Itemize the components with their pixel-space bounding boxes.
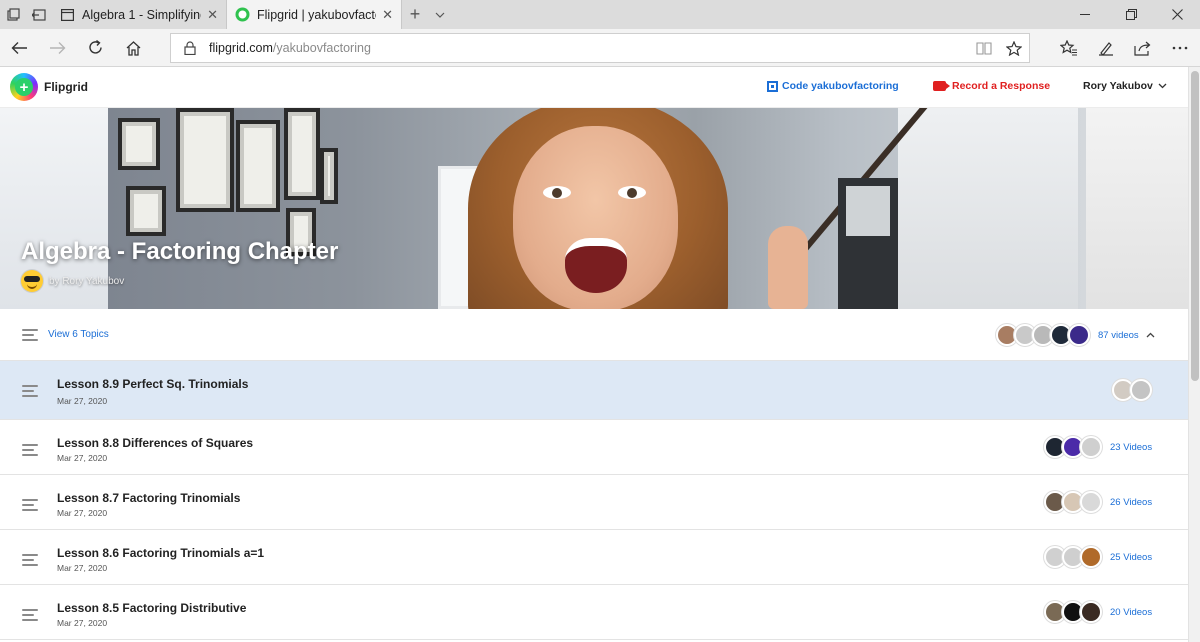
- grid-byline: by Rory Yakubov: [21, 270, 124, 292]
- record-response-label: Record a Response: [952, 80, 1051, 92]
- user-name: Rory Yakubov: [1083, 80, 1153, 92]
- topic-date: Mar 27, 2020: [57, 453, 108, 463]
- home-icon[interactable]: [114, 29, 152, 67]
- url-host: flipgrid.com: [209, 41, 273, 55]
- chevron-down-icon: [1158, 81, 1167, 91]
- sunglasses-emoji-icon: [21, 270, 43, 292]
- grid-author: by Rory Yakubov: [49, 275, 125, 287]
- address-bar[interactable]: flipgrid.com/yakubovfactoring: [170, 33, 1030, 63]
- close-tab-icon[interactable]: ✕: [207, 7, 218, 23]
- topic-video-count[interactable]: 25 Videos: [1110, 552, 1152, 563]
- record-response-button[interactable]: Record a Response: [933, 80, 1050, 92]
- lock-icon: [179, 41, 201, 55]
- star-icon[interactable]: [999, 40, 1029, 56]
- presenter-photo: [468, 108, 808, 309]
- minimize-icon[interactable]: [1062, 0, 1108, 29]
- tab-flipgrid[interactable]: Flipgrid | yakubovfactor ✕: [227, 0, 402, 29]
- topic-date: Mar 27, 2020: [57, 396, 108, 406]
- window-controls: [1062, 0, 1200, 29]
- avatar: [1080, 546, 1102, 568]
- drag-handle-icon[interactable]: [22, 609, 38, 621]
- more-icon[interactable]: [1161, 29, 1198, 67]
- topic-date: Mar 27, 2020: [57, 563, 108, 573]
- qr-code-icon: [767, 80, 778, 92]
- list-icon[interactable]: [22, 328, 38, 341]
- page-scrollbar[interactable]: [1188, 67, 1200, 642]
- reading-view-icon[interactable]: [969, 41, 999, 56]
- favorites-hub-icon[interactable]: [1050, 29, 1087, 67]
- avatar: [1080, 436, 1102, 458]
- chevron-down-icon[interactable]: [428, 0, 452, 29]
- set-aside-icon[interactable]: [26, 0, 52, 29]
- close-window-icon[interactable]: [1154, 0, 1200, 29]
- topic-videos[interactable]: 20 Videos: [1044, 601, 1152, 623]
- view-topics-link[interactable]: View 6 Topics: [48, 329, 109, 340]
- topic-videos[interactable]: 26 Videos: [1044, 491, 1152, 513]
- browser-tab-bar: Algebra 1 - Simplifying ✕ Flipgrid | yak…: [0, 0, 1200, 29]
- drag-handle-icon[interactable]: [22, 499, 38, 511]
- topic-videos[interactable]: 23 Videos: [1044, 436, 1152, 458]
- flipgrid-logo-icon[interactable]: +: [10, 73, 38, 101]
- topic-row[interactable]: Lesson 8.6 Factoring Trinomials a=1 Mar …: [0, 530, 1188, 585]
- flipgrid-header: + Flipgrid Code yakubovfactoring Record …: [0, 67, 1188, 108]
- page-icon: [60, 7, 75, 22]
- topic-date: Mar 27, 2020: [57, 508, 108, 518]
- topic-videos[interactable]: [1112, 379, 1160, 401]
- scrollbar-thumb[interactable]: [1191, 71, 1199, 381]
- topic-title[interactable]: Lesson 8.9 Perfect Sq. Trinomials: [57, 377, 248, 391]
- grid-code-link[interactable]: Code yakubovfactoring: [767, 80, 899, 92]
- share-icon[interactable]: [1124, 29, 1161, 67]
- flipgrid-brand[interactable]: Flipgrid: [44, 80, 88, 94]
- tab-manager-icon[interactable]: [0, 0, 26, 29]
- avatar: [1080, 491, 1102, 513]
- forward-arrow-icon[interactable]: [38, 29, 76, 67]
- avatar: [1080, 601, 1102, 623]
- grid-video-summary[interactable]: 87 videos: [996, 324, 1155, 346]
- chevron-up-icon[interactable]: [1146, 330, 1155, 341]
- tab-algebra-simplifying[interactable]: Algebra 1 - Simplifying ✕: [52, 0, 227, 29]
- video-count[interactable]: 87 videos: [1098, 330, 1139, 341]
- user-menu[interactable]: Rory Yakubov: [1083, 80, 1167, 92]
- pen-icon[interactable]: [1087, 29, 1124, 67]
- avatar: [1130, 379, 1152, 401]
- tab-title: Flipgrid | yakubovfactor: [257, 7, 377, 22]
- grid-banner: Algebra - Factoring Chapter by Rory Yaku…: [0, 108, 1188, 309]
- camera-icon: [933, 81, 950, 91]
- browser-nav-bar: flipgrid.com/yakubovfactoring: [0, 29, 1200, 67]
- topic-video-count[interactable]: 26 Videos: [1110, 497, 1152, 508]
- topics-bar: View 6 Topics 87 videos: [0, 309, 1188, 361]
- topic-videos[interactable]: 25 Videos: [1044, 546, 1152, 568]
- topic-row[interactable]: Lesson 8.7 Factoring Trinomials Mar 27, …: [0, 475, 1188, 530]
- flipgrid-page: + Flipgrid Code yakubovfactoring Record …: [0, 67, 1200, 642]
- grid-title: Algebra - Factoring Chapter: [21, 238, 339, 265]
- flipgrid-icon: [235, 7, 250, 22]
- drag-handle-icon[interactable]: [22, 385, 38, 397]
- avatar-stack: [996, 324, 1090, 346]
- topic-row[interactable]: Lesson 8.8 Differences of Squares Mar 27…: [0, 420, 1188, 475]
- topic-row[interactable]: Lesson 8.5 Factoring Distributive Mar 27…: [0, 585, 1188, 640]
- restore-icon[interactable]: [1108, 0, 1154, 29]
- tab-title: Algebra 1 - Simplifying: [82, 7, 202, 22]
- topic-list: Lesson 8.9 Perfect Sq. Trinomials Mar 27…: [0, 361, 1188, 640]
- topic-video-count[interactable]: 23 Videos: [1110, 442, 1152, 453]
- topic-title[interactable]: Lesson 8.5 Factoring Distributive: [57, 601, 246, 615]
- grid-code-label: Code yakubovfactoring: [782, 80, 899, 92]
- close-tab-icon[interactable]: ✕: [382, 7, 393, 23]
- new-tab-button[interactable]: +: [402, 0, 428, 29]
- topic-row[interactable]: Lesson 8.9 Perfect Sq. Trinomials Mar 27…: [0, 361, 1188, 420]
- avatar: [1068, 324, 1090, 346]
- url-path: /yakubovfactoring: [272, 41, 371, 55]
- drag-handle-icon[interactable]: [22, 554, 38, 566]
- topic-title[interactable]: Lesson 8.8 Differences of Squares: [57, 436, 253, 450]
- refresh-icon[interactable]: [76, 29, 114, 67]
- drag-handle-icon[interactable]: [22, 444, 38, 456]
- topic-video-count[interactable]: 20 Videos: [1110, 607, 1152, 618]
- topic-title[interactable]: Lesson 8.7 Factoring Trinomials: [57, 491, 240, 505]
- topic-date: Mar 27, 2020: [57, 618, 108, 628]
- back-arrow-icon[interactable]: [0, 29, 38, 67]
- topic-title[interactable]: Lesson 8.6 Factoring Trinomials a=1: [57, 546, 264, 560]
